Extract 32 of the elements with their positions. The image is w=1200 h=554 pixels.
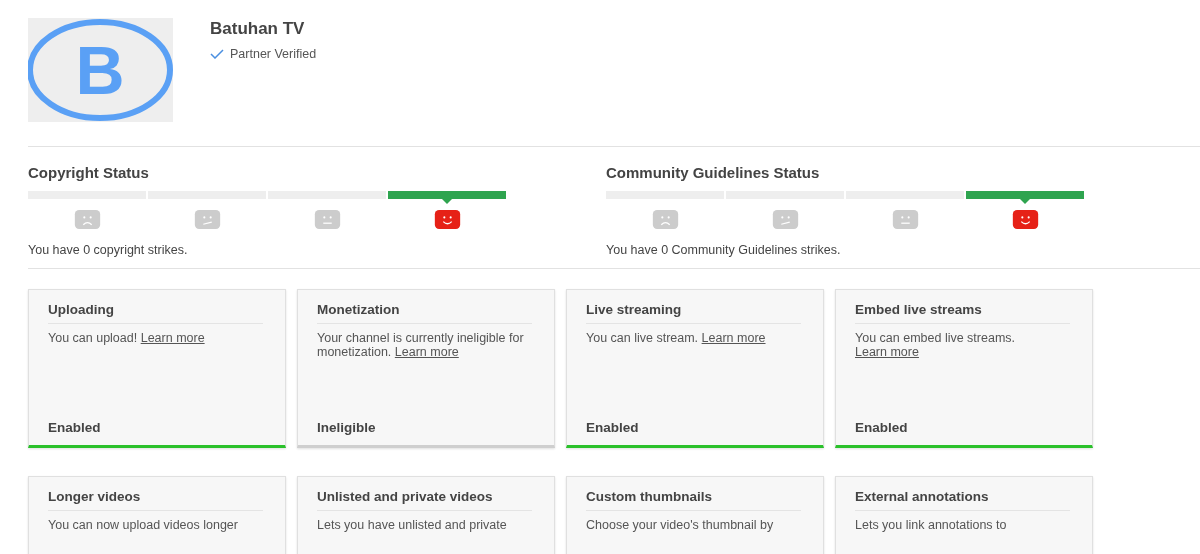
feature-description: You can now upload videos longer bbox=[48, 518, 239, 532]
verified-label: Partner Verified bbox=[230, 47, 317, 61]
feature-description: Lets you have unlisted and private bbox=[317, 518, 508, 532]
strike-summary: You have 0 Community Guidelines strikes. bbox=[606, 243, 842, 257]
feature-status: Enabled bbox=[855, 420, 909, 435]
feature-title: Live streaming bbox=[586, 302, 801, 324]
feature-title: Embed live streams bbox=[855, 302, 1070, 324]
feature-title: External annotations bbox=[855, 489, 1070, 511]
status-title: Community Guidelines Status bbox=[606, 164, 821, 181]
feature-status: Enabled bbox=[48, 420, 102, 435]
strike-summary: You have 0 copyright strikes. bbox=[28, 243, 189, 257]
feature-title: Uploading bbox=[48, 302, 263, 324]
feature-title: Unlisted and private videos bbox=[317, 489, 532, 511]
feature-title: Longer videos bbox=[48, 489, 263, 511]
feature-status: Ineligible bbox=[317, 420, 377, 435]
learn-more-link[interactable]: Learn more bbox=[855, 345, 919, 359]
learn-more-link[interactable]: Learn more bbox=[140, 331, 205, 345]
learn-more-link[interactable]: Learn more bbox=[701, 331, 766, 345]
feature-title: Monetization bbox=[317, 302, 532, 324]
feature-description: You can embed live streams. Learn more bbox=[855, 331, 1017, 359]
feature-description: You can upload! Learn more bbox=[48, 331, 206, 345]
feature-status: Enabled bbox=[586, 420, 640, 435]
channel-name: Batuhan TV bbox=[210, 19, 306, 39]
check-icon bbox=[210, 49, 224, 59]
avatar-letter: B bbox=[75, 32, 125, 108]
feature-description: Choose your video's thumbnail by bbox=[586, 518, 775, 532]
feature-description: You can live stream. Learn more bbox=[586, 331, 767, 345]
learn-more-link[interactable]: Learn more bbox=[394, 345, 459, 359]
status-title: Copyright Status bbox=[28, 164, 150, 181]
feature-description: Lets you link annotations to bbox=[855, 518, 1008, 532]
feature-description: Your channel is currently ineligible for monetization. Learn more bbox=[317, 331, 525, 359]
feature-title: Custom thumbnails bbox=[586, 489, 801, 511]
